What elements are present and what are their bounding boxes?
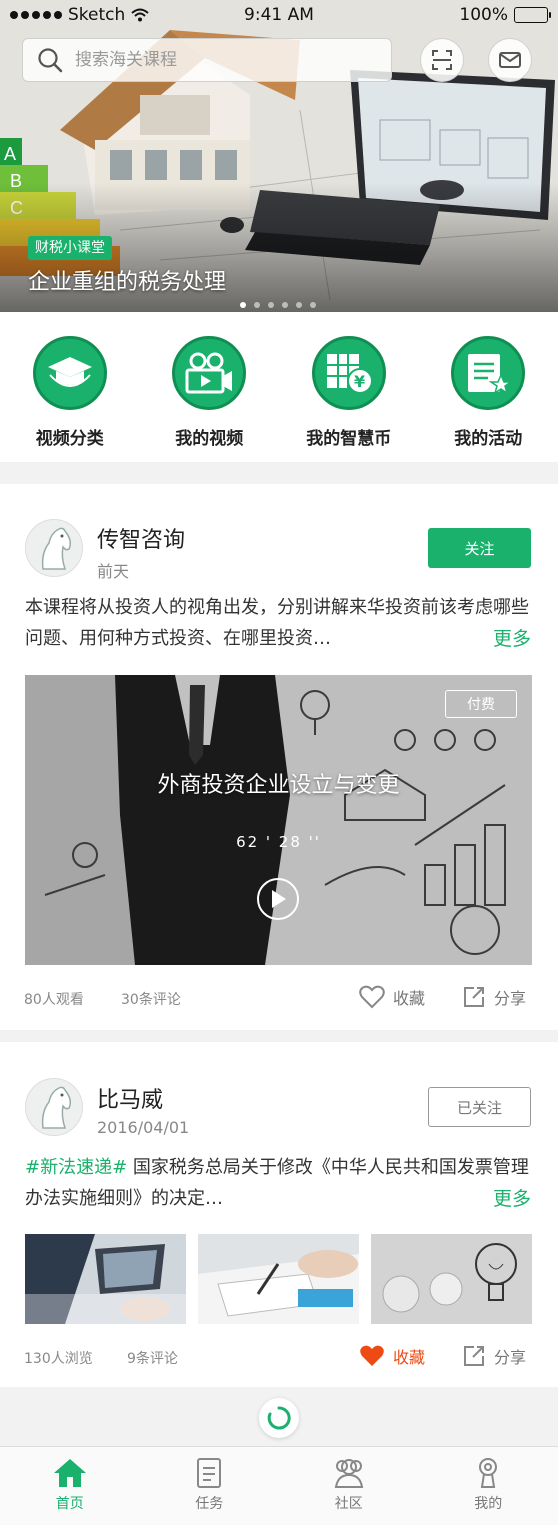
favorite-button[interactable]: 收藏	[359, 1344, 425, 1368]
share-label: 分享	[494, 1348, 527, 1367]
status-bar: Sketch 9:41 AM 100%	[0, 0, 558, 30]
carrier-name: Sketch	[68, 5, 126, 25]
view-count: 130人浏览	[24, 1351, 93, 1367]
tab-label: 首页	[55, 1496, 84, 1512]
battery-percent: 100%	[459, 5, 508, 25]
favorite-label: 收藏	[393, 989, 426, 1008]
post-time: 前天	[97, 562, 130, 581]
status-right: 100%	[459, 5, 551, 25]
nav-video-category[interactable]: 视频分类	[0, 312, 140, 462]
carousel-dot[interactable]	[310, 302, 316, 308]
carousel-dot[interactable]	[240, 302, 246, 308]
svg-text:A: A	[4, 144, 16, 164]
gallery-image[interactable]	[25, 1234, 186, 1324]
paid-badge: 付费	[445, 690, 517, 718]
carousel-dot[interactable]	[268, 302, 274, 308]
nav-label: 我的活动	[454, 429, 523, 449]
battery-icon	[514, 7, 551, 23]
carousel-dot[interactable]	[296, 302, 302, 308]
tab-label: 我的	[474, 1496, 503, 1512]
play-button[interactable]	[257, 878, 299, 920]
gallery-image[interactable]	[371, 1234, 532, 1324]
search-bar[interactable]	[22, 38, 392, 82]
horse-avatar-icon	[41, 1086, 72, 1129]
post-time: 2016/04/01	[97, 1118, 190, 1137]
video-duration: 62 ' 28 ''	[236, 833, 321, 851]
author-name[interactable]: 比马威	[97, 1082, 163, 1114]
banner-carousel[interactable]: A B C Sketch	[0, 0, 558, 312]
search-input[interactable]	[75, 50, 355, 70]
gallery-image[interactable]	[198, 1234, 359, 1324]
activity-star-icon	[451, 336, 526, 410]
scan-button[interactable]	[420, 38, 464, 82]
share-label: 分享	[494, 989, 527, 1008]
play-icon	[272, 890, 286, 908]
profile-icon	[479, 1458, 498, 1488]
following-button[interactable]: 已关注	[428, 1087, 531, 1127]
message-button[interactable]	[488, 38, 532, 82]
tab-home[interactable]: 首页	[0, 1447, 140, 1525]
loading-spinner	[259, 1398, 299, 1438]
status-left: Sketch	[10, 5, 149, 25]
post-text[interactable]: 本课程将从投资人的视角出发，分别讲解来华投资前该考虑哪些问题、用何种方式投资、在…	[25, 592, 535, 654]
carousel-dot[interactable]	[254, 302, 260, 308]
tab-tasks[interactable]: 任务	[140, 1447, 280, 1525]
favorite-label: 收藏	[393, 1348, 426, 1367]
spinner-icon	[267, 1406, 291, 1430]
svg-text:¥: ¥	[354, 372, 365, 391]
home-icon	[53, 1459, 86, 1487]
comment-count[interactable]: 9条评论	[127, 1348, 178, 1368]
post-card[interactable]: 比马威 2016/04/01 已关注 #新法速递# 国家税务总局关于修改《中华人…	[0, 1042, 558, 1387]
share-icon	[464, 987, 484, 1007]
tab-label: 社区	[334, 1496, 363, 1512]
video-camera-icon	[172, 336, 247, 410]
horse-avatar-icon	[41, 527, 72, 570]
author-name[interactable]: 传智咨询	[97, 522, 185, 554]
view-count: 80人观看	[24, 992, 84, 1008]
video-title: 外商投资企业设立与变更	[157, 773, 400, 798]
nav-label: 我的智慧币	[306, 429, 392, 449]
carousel-dots[interactable]	[240, 302, 316, 308]
search-icon	[38, 48, 63, 73]
carousel-dot[interactable]	[282, 302, 288, 308]
share-button[interactable]: 分享	[462, 1344, 526, 1368]
more-link[interactable]: 更多	[493, 1184, 531, 1211]
hashtag-link[interactable]: #新法速递#	[25, 1157, 127, 1178]
tab-profile[interactable]: 我的	[419, 1447, 558, 1525]
nav-my-coins[interactable]: ¥ 我的智慧币	[279, 312, 419, 462]
avatar[interactable]	[25, 519, 83, 577]
tab-bar: 首页 任务 社区 我的	[0, 1446, 558, 1525]
avatar[interactable]	[25, 1078, 83, 1136]
nav-my-activities[interactable]: 我的活动	[419, 312, 558, 462]
banner-title[interactable]: 企业重组的税务处理	[28, 264, 226, 296]
heart-outline-icon	[359, 985, 385, 1009]
nav-my-videos[interactable]: 我的视频	[140, 312, 280, 462]
wifi-icon	[131, 8, 149, 22]
mail-icon	[499, 52, 521, 68]
nav-label: 我的视频	[175, 429, 244, 449]
scan-icon	[432, 50, 452, 70]
nav-label: 视频分类	[35, 429, 104, 449]
post-text[interactable]: #新法速递# 国家税务总局关于修改《中华人民共和国发票管理办法实施细则》的决定…	[25, 1152, 535, 1214]
graduation-cap-icon	[32, 336, 107, 410]
comment-count[interactable]: 30条评论	[121, 989, 181, 1009]
banner-tag: 财税小课堂	[28, 236, 112, 260]
more-link[interactable]: 更多	[493, 624, 531, 651]
share-button[interactable]: 分享	[462, 985, 526, 1009]
signal-icon	[10, 11, 62, 19]
video-player[interactable]: 付费 外商投资企业设立与变更 62 ' 28 ''	[25, 675, 532, 965]
favorite-button[interactable]: 收藏	[359, 985, 425, 1009]
tab-label: 任务	[195, 1496, 224, 1512]
image-gallery	[25, 1234, 532, 1324]
community-icon	[334, 1459, 363, 1488]
follow-button[interactable]: 关注	[428, 528, 531, 568]
post-card[interactable]: 传智咨询 前天 关注 本课程将从投资人的视角出发，分别讲解来华投资前该考虑哪些问…	[0, 484, 558, 1030]
share-icon	[464, 1346, 484, 1366]
tab-community[interactable]: 社区	[279, 1447, 419, 1525]
quick-nav: 视频分类 我的视频 ¥ 我的智慧币 我的活动	[0, 312, 558, 462]
coin-icon: ¥	[311, 336, 386, 410]
heart-filled-icon	[360, 1345, 384, 1366]
task-icon	[197, 1458, 222, 1488]
video-thumbnail	[25, 675, 532, 965]
